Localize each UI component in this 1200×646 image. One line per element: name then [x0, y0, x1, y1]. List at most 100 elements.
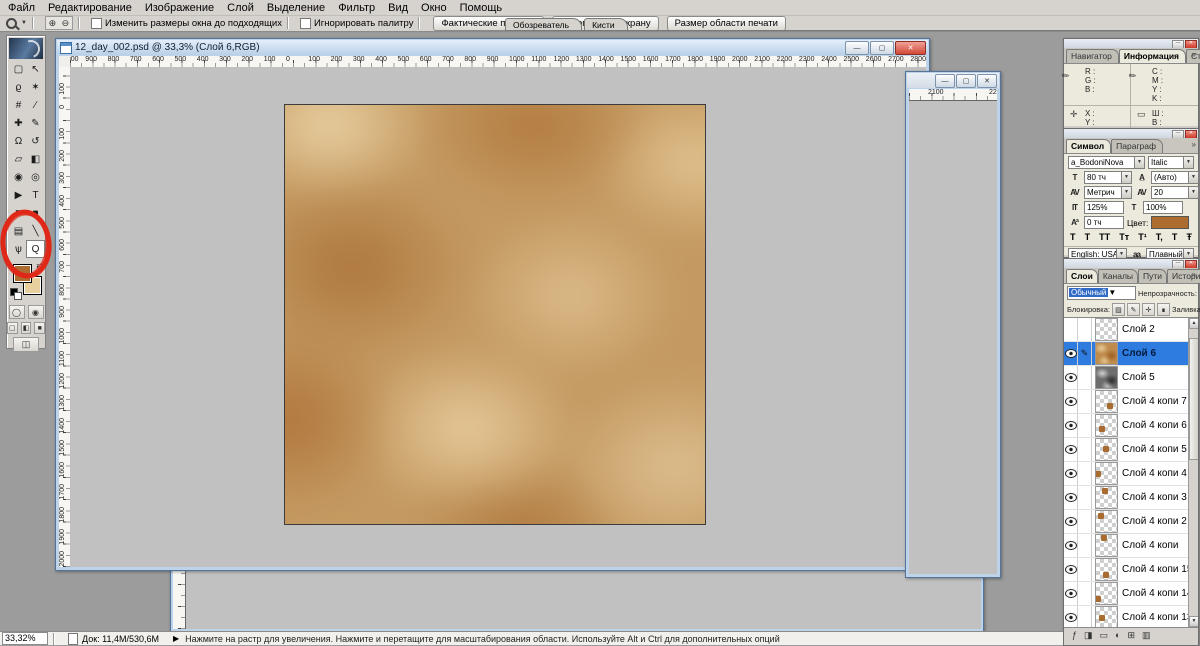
canvas-area[interactable] — [70, 67, 926, 567]
lock-button[interactable]: ✛ — [1141, 303, 1155, 316]
palette-tab[interactable]: Параграф — [1111, 139, 1163, 153]
layer-row[interactable]: ✎ Слой 4 копи 14 — [1064, 582, 1198, 606]
layer-row[interactable]: ✎ Слой 4 копи 13 — [1064, 606, 1198, 627]
font-size-field[interactable]: 80 тч ▼ — [1084, 171, 1132, 184]
layer-thumbnail[interactable] — [1095, 558, 1118, 581]
layer-row[interactable]: ✎ Слой 4 копи 15 — [1064, 558, 1198, 582]
menu-item[interactable]: Окно — [416, 2, 455, 14]
type-style-button[interactable]: T — [1070, 232, 1076, 242]
tool-button[interactable]: ∕ — [26, 96, 45, 114]
foreground-color-swatch[interactable] — [13, 264, 32, 283]
mask-mode-button[interactable]: ◉ — [27, 305, 44, 319]
font-style-select[interactable]: Italic ▼ — [1148, 156, 1194, 169]
link-cell[interactable]: ✎ — [1078, 510, 1092, 533]
tool-button[interactable]: ◎ — [26, 168, 45, 186]
link-cell[interactable]: ✎ — [1078, 606, 1092, 627]
zoom-toggle-icon[interactable]: ⊕ — [46, 17, 59, 29]
type-style-button[interactable]: T¹ — [1138, 232, 1147, 242]
scrollbar-thumb[interactable] — [1189, 338, 1198, 460]
window-control-button[interactable]: — — [935, 74, 955, 88]
font-family-select[interactable]: a_BodoniNova ▼ — [1068, 156, 1145, 169]
menu-item[interactable]: Редактирование — [43, 2, 140, 14]
palette-tab[interactable]: Информация — [1118, 49, 1186, 63]
link-cell[interactable]: ✎ — [1078, 390, 1092, 413]
visibility-cell[interactable] — [1064, 414, 1078, 437]
layer-row[interactable]: ✎ Слой 4 копи 4 — [1064, 462, 1198, 486]
default-colors-icon[interactable] — [10, 288, 22, 300]
type-style-button[interactable]: T — [1172, 232, 1178, 242]
visibility-cell[interactable] — [1064, 534, 1078, 557]
canvas-image[interactable] — [284, 104, 706, 525]
window-control-button[interactable]: ✕ — [895, 41, 926, 55]
lock-button[interactable]: ✎ — [1126, 303, 1140, 316]
visibility-cell[interactable] — [1064, 390, 1078, 413]
layer-row[interactable]: ✎ Слой 4 копи 6 — [1064, 414, 1198, 438]
document-size-text[interactable]: Док: 11,4M/530,6M — [82, 634, 159, 644]
link-cell[interactable]: ✎ — [1078, 462, 1092, 485]
options-button[interactable]: Размер области печати — [666, 15, 786, 31]
visibility-cell[interactable] — [1064, 510, 1078, 533]
layer-row[interactable]: ✎ Слой 6 — [1064, 342, 1198, 366]
zoom-toggle-icon[interactable]: ⊖ — [59, 17, 72, 29]
swap-colors-icon[interactable]: ⇄ — [36, 261, 43, 270]
visibility-cell[interactable] — [1064, 342, 1078, 365]
tracking-field[interactable]: 20 ▼ — [1151, 186, 1199, 199]
layer-thumbnail[interactable] — [1095, 462, 1118, 485]
layer-thumbnail[interactable] — [1095, 438, 1118, 461]
link-cell[interactable]: ✎ — [1078, 366, 1092, 389]
palette-tab[interactable]: Пути — [1138, 269, 1168, 283]
link-cell[interactable]: ✎ — [1078, 534, 1092, 557]
lock-button[interactable]: ▨ — [1111, 303, 1125, 316]
inactive-titlebar[interactable]: — ▢ ✕ — [907, 73, 999, 88]
layer-row[interactable]: ✎ Слой 4 копи 5 — [1064, 438, 1198, 462]
chevron-more-icon[interactable]: » — [1192, 140, 1196, 149]
text-color-swatch[interactable] — [1151, 216, 1190, 229]
menu-item[interactable]: Выделение — [262, 2, 333, 14]
tool-button[interactable]: ↺ — [26, 132, 45, 150]
palette-tab[interactable]: Символ — [1066, 139, 1112, 153]
menu-item[interactable]: Помощь — [455, 2, 511, 14]
link-cell[interactable]: ✎ — [1078, 342, 1092, 365]
blend-mode-select[interactable]: Обычный ▼ — [1067, 286, 1136, 300]
type-style-button[interactable]: T — [1085, 232, 1091, 242]
tool-button[interactable]: ◧ — [26, 150, 45, 168]
chevron-more-icon[interactable]: » — [1192, 50, 1196, 59]
background-document-window-right[interactable]: —▢✕ 2100 2200 — [905, 71, 1001, 578]
layer-row[interactable]: ✎ Слой 4 копи 3 — [1064, 486, 1198, 510]
visibility-cell[interactable] — [1064, 486, 1078, 509]
link-cell[interactable]: ✎ — [1078, 414, 1092, 437]
baseline-shift-field[interactable]: 0 тч — [1084, 216, 1124, 229]
type-style-button[interactable]: T, — [1156, 232, 1163, 242]
tool-button[interactable]: ↖ — [26, 60, 45, 78]
tool-button[interactable]: ✶ — [26, 78, 45, 96]
layer-row[interactable]: ✎ Слой 5 — [1064, 366, 1198, 390]
link-cell[interactable]: ✎ — [1078, 486, 1092, 509]
link-cell[interactable]: ✎ — [1078, 582, 1092, 605]
zoom-level-field[interactable]: 33,32% — [2, 632, 48, 645]
layer-thumbnail[interactable] — [1095, 534, 1118, 557]
layers-action-button[interactable]: ◨ — [1084, 630, 1093, 641]
link-cell[interactable]: ✎ — [1078, 318, 1092, 341]
resize-windows-option[interactable]: Изменить размеры окна до подходящих — [90, 17, 282, 29]
visibility-cell[interactable] — [1064, 318, 1078, 341]
window-control-button[interactable]: ▢ — [870, 41, 894, 55]
layers-action-button[interactable]: ƒ — [1072, 630, 1077, 640]
document-titlebar[interactable]: 12_day_002.psd @ 33,3% (Слой 6,RGB) — ▢ ✕ — [57, 40, 928, 55]
menu-item[interactable]: Слой — [222, 2, 262, 14]
ignore-palettes-checkbox[interactable] — [299, 17, 311, 29]
layer-row[interactable]: ✎ Слой 2 — [1064, 318, 1198, 342]
scroll-down-icon[interactable]: ▼ — [1189, 616, 1198, 627]
kerning-field[interactable]: Метрич ▼ — [1084, 186, 1132, 199]
layer-thumbnail[interactable] — [1095, 606, 1118, 627]
mask-mode-button[interactable]: ◯ — [8, 305, 25, 319]
window-control-button[interactable]: ✕ — [977, 74, 997, 88]
scroll-up-icon[interactable]: ▲ — [1189, 318, 1198, 329]
lock-button[interactable]: ∎ — [1156, 303, 1170, 316]
link-cell[interactable]: ✎ — [1078, 558, 1092, 581]
tool-button[interactable]: ╲ — [26, 222, 45, 240]
tool-button[interactable]: T — [26, 186, 45, 204]
layer-thumbnail[interactable] — [1095, 390, 1118, 413]
layer-row[interactable]: ✎ Слой 4 копи — [1064, 534, 1198, 558]
layer-thumbnail[interactable] — [1095, 486, 1118, 509]
ignore-palettes-option[interactable]: Игнорировать палитру — [299, 17, 413, 29]
